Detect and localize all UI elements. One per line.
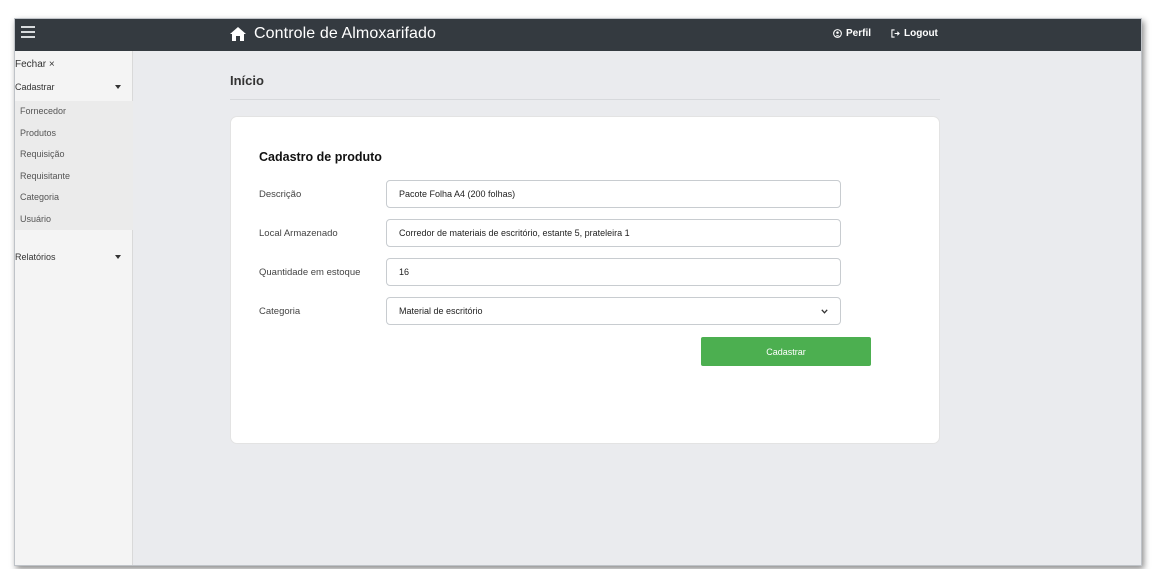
- sidebar-item-usuario[interactable]: Usuário: [15, 209, 133, 231]
- chevron-down-icon: [821, 308, 828, 314]
- product-form-card: Cadastro de produto Descrição Local Arma…: [230, 116, 940, 444]
- sidebar-item-relatorios[interactable]: Relatórios: [15, 247, 133, 267]
- app-title: Controle de Almoxarifado: [254, 25, 437, 42]
- sidebar-item-label: Relatórios: [15, 252, 56, 262]
- logout-link[interactable]: Logout: [891, 28, 938, 39]
- top-nav-links: Perfil Logout: [833, 28, 938, 39]
- app-window: Controle de Almoxarifado Perfil Logout F…: [14, 18, 1142, 566]
- categoria-select[interactable]: Material de escritório: [386, 297, 841, 325]
- sidebar-item-label: Cadastrar: [15, 82, 55, 92]
- home-icon: [230, 27, 246, 41]
- user-circle-icon: [833, 29, 842, 38]
- caret-down-icon: [115, 255, 121, 259]
- menu-toggle-icon[interactable]: [21, 26, 35, 40]
- quantidade-input[interactable]: [386, 258, 841, 286]
- quantidade-label: Quantidade em estoque: [259, 267, 361, 278]
- cadastrar-button[interactable]: Cadastrar: [701, 337, 871, 366]
- sidebar-item-cadastrar[interactable]: Cadastrar: [15, 77, 133, 97]
- sidebar-item-fornecedor[interactable]: Fornecedor: [15, 101, 133, 123]
- brand[interactable]: Controle de Almoxarifado: [229, 25, 436, 43]
- sidebar: Fechar × Cadastrar Fornecedor Produtos R…: [15, 51, 133, 565]
- local-armazenado-input[interactable]: [386, 219, 841, 247]
- page-title: Início: [230, 73, 264, 88]
- profile-label: Perfil: [846, 28, 872, 39]
- sidebar-item-produtos[interactable]: Produtos: [15, 123, 133, 145]
- sidebar-item-requisitante[interactable]: Requisitante: [15, 166, 133, 188]
- categoria-label: Categoria: [259, 306, 301, 317]
- sidebar-item-requisicao[interactable]: Requisição: [15, 144, 133, 166]
- descricao-input[interactable]: [386, 180, 841, 208]
- categoria-selected-value: Material de escritório: [399, 306, 483, 316]
- sidebar-submenu: Fornecedor Produtos Requisição Requisita…: [15, 101, 133, 230]
- divider: [230, 99, 940, 100]
- top-navbar: Controle de Almoxarifado Perfil Logout: [15, 19, 1141, 51]
- sidebar-close-button[interactable]: Fechar ×: [15, 59, 55, 70]
- caret-down-icon: [115, 85, 121, 89]
- descricao-label: Descrição: [259, 189, 302, 200]
- logout-label: Logout: [904, 28, 938, 39]
- form-title: Cadastro de produto: [259, 150, 382, 164]
- profile-link[interactable]: Perfil: [833, 28, 871, 39]
- logout-icon: [891, 29, 900, 38]
- local-armazenado-label: Local Armazenado: [259, 228, 338, 239]
- sidebar-item-categoria[interactable]: Categoria: [15, 187, 133, 209]
